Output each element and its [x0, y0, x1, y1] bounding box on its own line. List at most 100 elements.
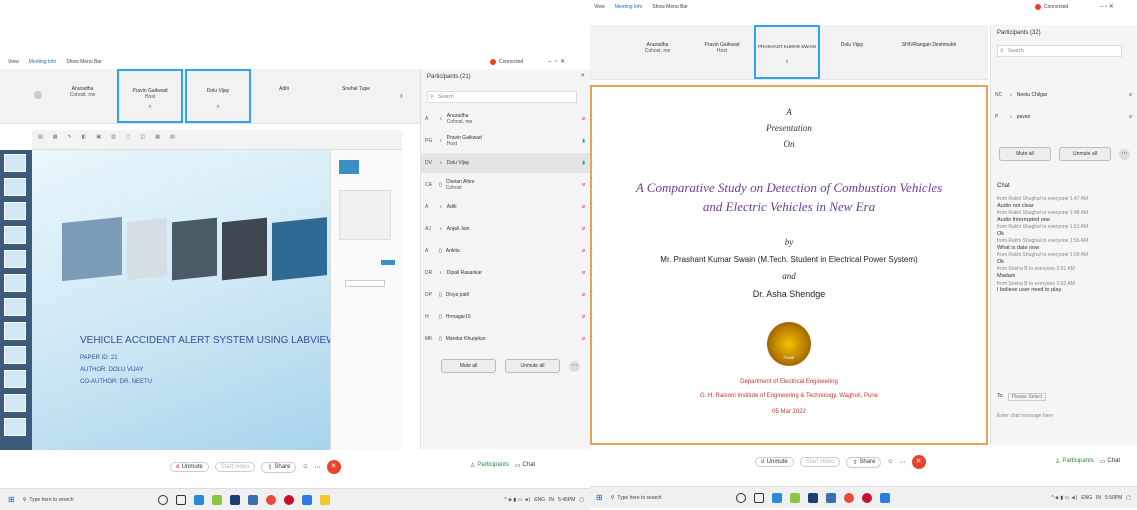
start-video-button[interactable]: Start video: [799, 457, 841, 467]
strip-tile-3[interactable]: Aditi: [253, 69, 315, 123]
strip-tile-0[interactable]: Anuradha Cohost, me: [50, 69, 115, 123]
mail-icon[interactable]: [825, 492, 836, 503]
store-icon[interactable]: [229, 494, 240, 505]
recipient-select[interactable]: Please Select: [1007, 393, 1047, 401]
strip-tile-2[interactable]: PRASHANT KUMAR SWAIN ♁: [754, 25, 820, 79]
unmute-all-button[interactable]: Unmute all: [1059, 147, 1111, 161]
store-icon[interactable]: [807, 492, 818, 503]
chrome-icon[interactable]: [265, 494, 276, 505]
tray-icons[interactable]: ^ ◈ ▮ ▭ ◄): [504, 497, 530, 503]
view-menu[interactable]: View: [594, 4, 605, 10]
strip-tile-1[interactable]: Pravin Gaikwad Host ♁: [117, 69, 183, 123]
share-button[interactable]: ⇧ Share: [846, 456, 882, 468]
windows-start-icon[interactable]: ⊞: [8, 495, 15, 504]
end-call-button[interactable]: ✕: [911, 455, 926, 469]
webex-icon[interactable]: [789, 492, 800, 503]
participant-row[interactable]: P ♁ pavan ø: [991, 107, 1137, 127]
mute-all-button[interactable]: Mute all: [441, 359, 496, 373]
edge-icon[interactable]: [193, 494, 204, 505]
end-call-button[interactable]: ✕: [326, 460, 341, 474]
slide-thumb[interactable]: [4, 154, 26, 172]
slide-thumb[interactable]: [4, 298, 26, 316]
opera-icon[interactable]: [283, 494, 294, 505]
strip-tile-4[interactable]: Snehal Tupe: [317, 69, 395, 123]
window-controls[interactable]: – ▫ ✕: [1100, 3, 1114, 10]
unmute-all-button[interactable]: Unmute all: [505, 359, 560, 373]
reactions-icon[interactable]: ☺: [302, 464, 308, 470]
connection-status[interactable]: Connected: [1035, 4, 1068, 10]
participants-search-input[interactable]: ⚲ Search: [997, 45, 1122, 57]
taskbar-search[interactable]: ⚲ Type here to search: [611, 495, 662, 501]
opera-icon[interactable]: [861, 492, 872, 503]
task-view-icon[interactable]: [753, 492, 764, 503]
taskbar-search[interactable]: ⚲ Type here to search: [23, 497, 74, 503]
share-button[interactable]: ⇧ Share: [261, 461, 297, 473]
slide-thumb[interactable]: [4, 178, 26, 196]
slide-thumb[interactable]: [4, 202, 26, 220]
participant-row[interactable]: AJ ♁ Anjali Jain ø: [421, 219, 590, 239]
show-menu-bar[interactable]: Show Menu Bar: [652, 4, 688, 10]
chat-input[interactable]: Enter chat message here: [997, 413, 1127, 419]
strip-tile-4[interactable]: SHIVRangan Deshmukh: [884, 25, 974, 79]
more-options-icon[interactable]: ⋯: [569, 361, 580, 372]
notification-icon[interactable]: ▢: [1126, 495, 1131, 501]
unmute-button[interactable]: ø Unmute: [170, 462, 209, 472]
view-menu[interactable]: View: [8, 59, 19, 65]
unmute-button[interactable]: ø Unmute: [755, 457, 794, 467]
mail-icon[interactable]: [247, 494, 258, 505]
strip-next-icon[interactable]: ›: [400, 91, 403, 100]
connection-status[interactable]: Connected: [490, 59, 523, 65]
participant-row[interactable]: PG ♁ Pravin Gaikwad Host ▮: [421, 131, 590, 151]
edge-icon[interactable]: [771, 492, 782, 503]
app-icon[interactable]: [301, 494, 312, 505]
slide-thumb[interactable]: [4, 346, 26, 364]
strip-tile-2[interactable]: Dolu Vijay ♁: [185, 69, 251, 123]
cortana-icon[interactable]: [735, 492, 746, 503]
design-thumb[interactable]: [339, 160, 359, 174]
format-background-button[interactable]: [345, 280, 385, 287]
slide-thumb[interactable]: [4, 370, 26, 388]
strip-tile-1[interactable]: Pravin Gaikwad Host: [690, 25, 754, 79]
webex-icon[interactable]: [211, 494, 222, 505]
windows-start-icon[interactable]: ⊞: [596, 493, 603, 502]
slide-thumb[interactable]: [4, 250, 26, 268]
more-icon[interactable]: ⋯: [900, 459, 906, 466]
slide-thumb[interactable]: [4, 274, 26, 292]
participant-row[interactable]: DR ♁ Dipali Rasankar ø: [421, 263, 590, 283]
chrome-icon[interactable]: [843, 492, 854, 503]
close-panel-icon[interactable]: ×: [581, 73, 585, 79]
participant-row[interactable]: A ♁ Aditi ø: [421, 197, 590, 217]
slide-thumb[interactable]: [4, 418, 26, 436]
strip-tile-3[interactable]: Dolu Vijay: [822, 25, 882, 79]
show-menu-bar[interactable]: Show Menu Bar: [66, 59, 102, 65]
app-icon[interactable]: [319, 494, 330, 505]
start-video-button[interactable]: Start video: [214, 462, 256, 472]
participant-row[interactable]: A ♁ Anuradha Cohost, me ø: [421, 109, 590, 129]
app-icon[interactable]: [879, 492, 890, 503]
participant-row[interactable]: MK ▯ Mandar Khurjekar ø: [421, 329, 590, 349]
notification-icon[interactable]: ▢: [579, 497, 584, 503]
chat-toggle[interactable]: ▭ Chat: [515, 462, 535, 469]
strip-prev-icon[interactable]: [34, 91, 42, 99]
participants-search-input[interactable]: ⚲ Search: [427, 91, 577, 103]
apply-button[interactable]: [381, 260, 395, 265]
mute-all-button[interactable]: Mute all: [999, 147, 1051, 161]
strip-tile-0[interactable]: Anuradha Cohost, me: [625, 25, 690, 79]
participant-row[interactable]: DV ♁ Dolu Vijay ▮: [421, 153, 590, 173]
slide-thumb[interactable]: [4, 322, 26, 340]
reactions-icon[interactable]: ☺: [887, 459, 893, 465]
participant-row[interactable]: DP ▯ Divya patil ø: [421, 285, 590, 305]
meeting-info-menu[interactable]: Meeting Info: [615, 4, 643, 10]
slide-thumb[interactable]: [4, 226, 26, 244]
participant-row[interactable]: H ▯ Hrmagar15 ø: [421, 307, 590, 327]
participant-row[interactable]: NC ♁ Neetu Chilgar ø: [991, 85, 1137, 105]
cortana-icon[interactable]: [157, 494, 168, 505]
more-options-icon[interactable]: ⋯: [1119, 149, 1130, 160]
more-icon[interactable]: ⋯: [315, 464, 321, 471]
task-view-icon[interactable]: [175, 494, 186, 505]
slide-thumb[interactable]: [4, 394, 26, 412]
chat-toggle[interactable]: ▭ Chat: [1100, 458, 1120, 465]
participants-toggle[interactable]: ♙ Participants: [1055, 458, 1094, 465]
participant-row[interactable]: CA ▯ Chetan Ahire Cohost ø: [421, 175, 590, 195]
participants-toggle[interactable]: ♙ Participants: [470, 462, 509, 469]
